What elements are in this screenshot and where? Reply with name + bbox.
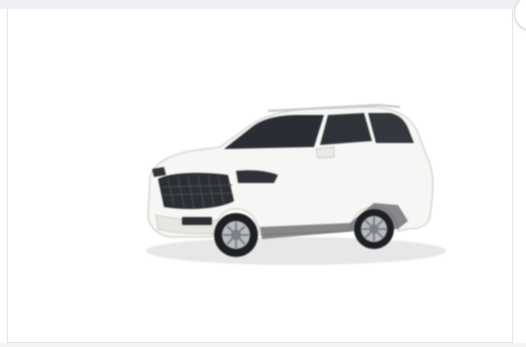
card-corner-button[interactable] [514,0,526,31]
front-grille [158,172,234,209]
ground-shadow [146,237,446,265]
top-background-strip [0,0,526,9]
page [0,0,526,347]
front-wheel [214,213,258,257]
product-image-card[interactable] [7,0,526,343]
front-windshield [224,115,324,149]
side-window-front [320,113,372,145]
side-mirror [315,146,335,159]
car-image [146,103,446,265]
license-plate [182,217,212,225]
rear-wheel [354,209,394,249]
bottom-background-strip [0,343,526,347]
